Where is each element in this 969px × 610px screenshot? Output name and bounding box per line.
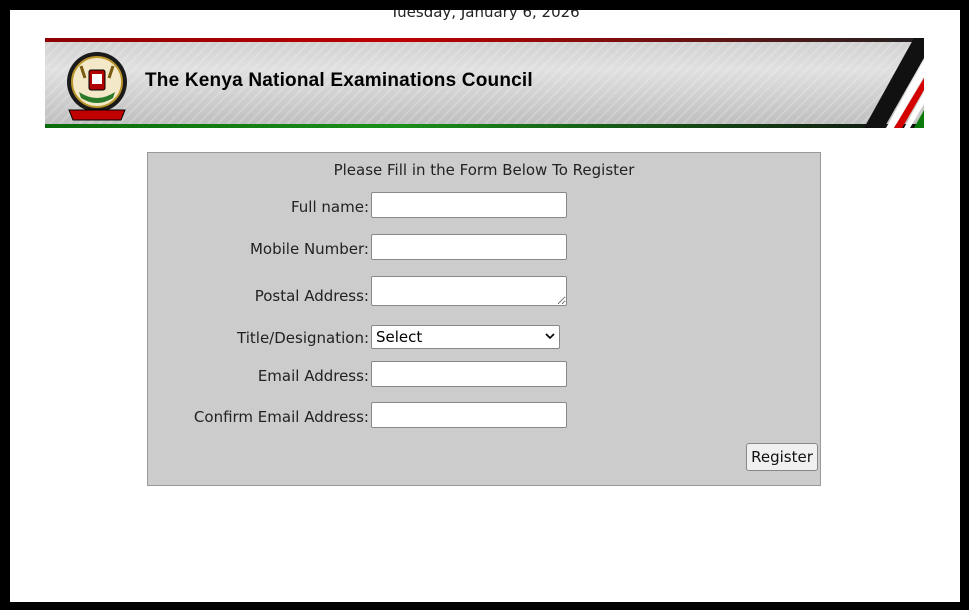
postal-address-label: Postal Address: — [254, 287, 369, 305]
full-name-input[interactable] — [371, 192, 567, 218]
title-designation-select[interactable]: Select — [371, 325, 560, 349]
row-confirm-email: Confirm Email Address: — [148, 402, 820, 432]
organization-title: The Kenya National Examinations Council — [145, 70, 533, 91]
row-title: Title/Designation: Select — [148, 325, 820, 355]
full-name-label: Full name: — [290, 198, 369, 216]
mobile-number-label: Mobile Number: — [249, 240, 369, 258]
banner-red-stripe — [45, 38, 924, 42]
register-button[interactable]: Register — [746, 443, 818, 471]
row-email: Email Address: — [148, 361, 820, 391]
current-date: Tuesday, January 6, 2026 — [390, 10, 580, 21]
confirm-email-label: Confirm Email Address: — [193, 408, 369, 426]
coat-of-arms-icon — [67, 52, 127, 121]
form-heading: Please Fill in the Form Below To Registe… — [333, 161, 635, 179]
row-full-name: Full name: — [148, 192, 820, 222]
banner-green-stripe — [45, 124, 924, 128]
header-banner: The Kenya National Examinations Council — [45, 38, 924, 128]
confirm-email-input[interactable] — [371, 402, 567, 428]
email-address-input[interactable] — [371, 361, 567, 387]
row-mobile: Mobile Number: — [148, 234, 820, 264]
postal-address-textarea[interactable] — [371, 276, 567, 306]
title-designation-label: Title/Designation: — [237, 329, 369, 347]
email-address-label: Email Address: — [257, 367, 369, 385]
mobile-number-input[interactable] — [371, 234, 567, 260]
title-selected-value: Select — [376, 328, 423, 346]
kenya-flag-stripes-icon — [864, 38, 924, 128]
chevron-down-icon — [545, 333, 555, 340]
row-postal: Postal Address: — [148, 276, 820, 306]
registration-form: Please Fill in the Form Below To Registe… — [147, 152, 821, 486]
page: Tuesday, January 6, 2026 The Kenya Natio… — [10, 10, 960, 602]
